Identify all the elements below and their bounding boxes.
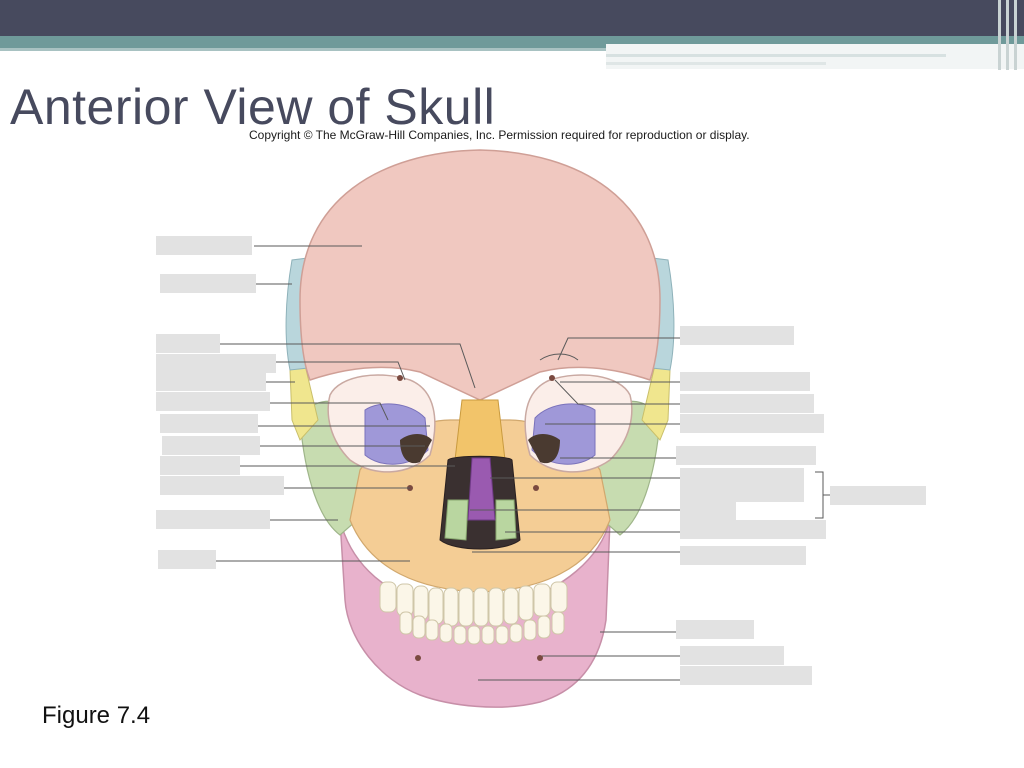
- label-mask: [156, 236, 252, 255]
- label-mask: [156, 392, 270, 411]
- label-mask: [160, 456, 240, 475]
- label-mask: [680, 372, 810, 391]
- label-mask: [680, 666, 812, 685]
- label-mask: [156, 510, 270, 529]
- nasal-concha-right: [495, 499, 517, 541]
- label-mask: [680, 646, 784, 665]
- label-mask: [676, 446, 816, 465]
- label-mask: [162, 436, 260, 455]
- label-mask: [680, 546, 806, 565]
- nasal-concha-left: [444, 499, 469, 541]
- vomer: [467, 457, 496, 521]
- label-mask: [680, 468, 804, 502]
- label-mask: [156, 354, 276, 373]
- label-mask: [680, 520, 826, 539]
- label-mask: [156, 334, 220, 353]
- figure-label: Figure 7.4: [42, 702, 151, 729]
- label-mask: [158, 550, 216, 569]
- skull-illustration: [216, 149, 830, 708]
- label-mask: [680, 502, 736, 521]
- label-mask: [680, 326, 794, 345]
- label-mask: [160, 274, 256, 293]
- nasal-bone: [454, 399, 506, 461]
- label-mask: [160, 414, 258, 433]
- label-mask: [830, 486, 926, 505]
- label-mask: [160, 476, 284, 495]
- label-mask: [680, 394, 814, 413]
- label-mask: [156, 372, 266, 391]
- label-mask: [680, 414, 824, 433]
- label-mask: [676, 620, 754, 639]
